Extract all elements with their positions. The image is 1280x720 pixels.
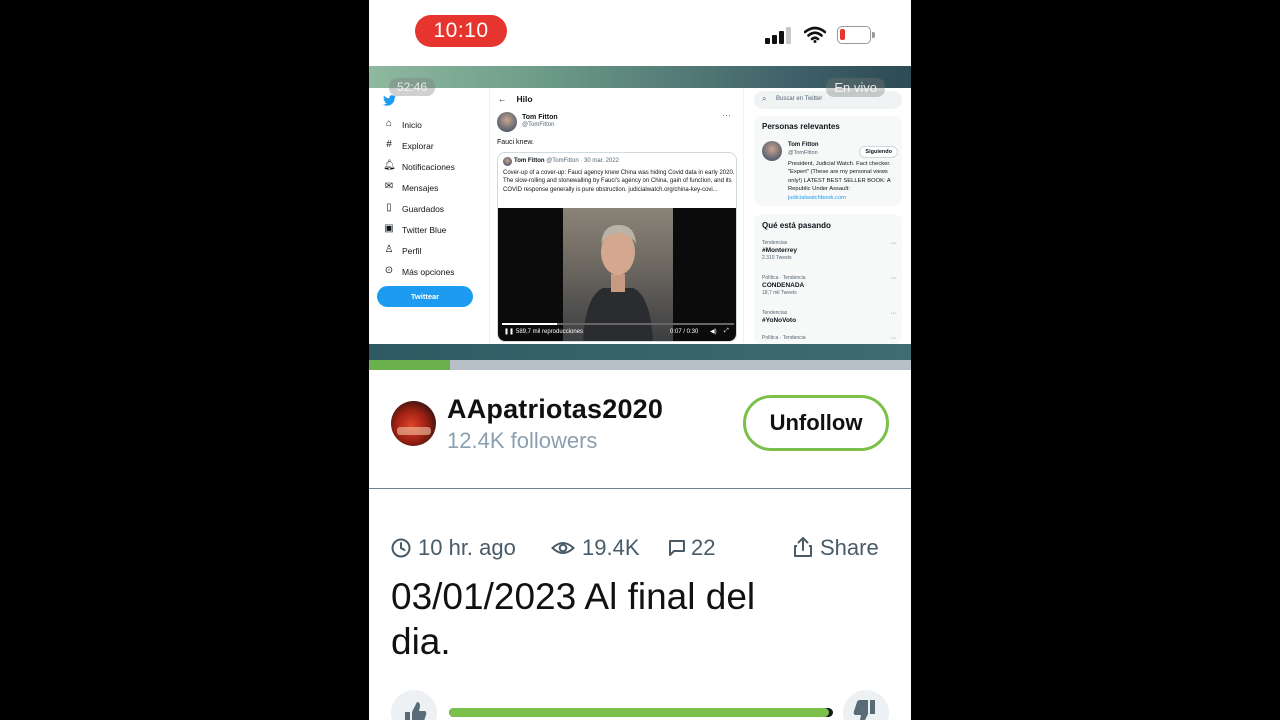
tw-video-controls: ❚❚ 589,7 mil reproducciones 0:07 / 0:30 … (502, 323, 734, 339)
tw-trend-item: Tendencias #YoNoVoto ··· (762, 310, 897, 324)
mail-icon: ✉ (384, 181, 394, 192)
thumbs-up-icon (405, 702, 427, 720)
tw-sidebar: ⌕ Buscar en Twitter Personas relevantes T… (754, 88, 904, 344)
hashtag-icon: # (386, 139, 392, 150)
tw-relevant-bio: President, Judicial Watch. Fact checker.… (788, 161, 891, 201)
video-title: 03/01/2023 Al final del dia. (391, 576, 756, 662)
volume-icon: ◀) (710, 329, 717, 335)
tw-quoted-tweet: Tom Fitton @TomFitton · 30 mar. 2022 Cov… (497, 152, 737, 342)
status-bar: 10:10 (369, 0, 911, 66)
tw-nav-profile: ♙ Perfil (384, 244, 422, 256)
tw-relevant-avatar (762, 141, 782, 161)
back-arrow-icon: ← (498, 94, 507, 104)
tw-nav-messages: ✉ Mensajes (384, 181, 439, 193)
video-progress-bar[interactable] (369, 360, 911, 370)
tw-author-handle: @TomFitton (522, 122, 555, 128)
tw-nav-explore: # Explorar (383, 139, 493, 153)
tw-nav-bookmarks: ▯ Guardados (383, 202, 493, 216)
video-player[interactable]: ⌂ Inicio # Explorar 🔔︎ Notificaciones ✉ Mens… (369, 66, 911, 370)
tw-following-button: Siguiendo (859, 146, 898, 158)
tw-tweet-button: Twittear (377, 286, 473, 307)
channel-avatar[interactable] (391, 401, 436, 446)
comment-icon (669, 540, 685, 556)
tw-quote-avatar (503, 157, 512, 166)
bookmark-icon: ▯ (386, 202, 392, 213)
phone-screen: 10:10 ⌂ Inicio # Explorar 🔔︎ Notificacio… (369, 0, 911, 720)
embedded-tweet-screenshot: ⌂ Inicio # Explorar 🔔︎ Notificaciones ✉ Mens… (369, 88, 911, 344)
search-icon: ⌕ (762, 94, 767, 103)
eye-icon (551, 542, 575, 554)
channel-followers: 12.4K followers (447, 428, 598, 453)
tw-nav-twitter-blue: ▣ Twitter Blue (384, 223, 447, 235)
home-icon: ⌂ (385, 118, 393, 129)
video-meta-row: 10 hr. ago 19.4K 22 Share (391, 533, 889, 563)
video-progress-fill (369, 360, 451, 370)
tw-trend-item: Política · Tendencia ··· (762, 335, 897, 342)
tw-thread-header: ← Hilo (498, 94, 533, 104)
more-icon: ⊙ (384, 265, 394, 276)
wifi-icon (804, 26, 826, 43)
tw-quote-video: ❚❚ 589,7 mil reproducciones 0:07 / 0:30 … (498, 208, 736, 341)
twitter-logo-icon (383, 95, 396, 106)
share-icon (794, 537, 812, 557)
live-badge: En vivo (826, 78, 885, 97)
view-count: 19.4K (551, 533, 651, 563)
cellular-signal-icon (765, 26, 791, 44)
rating-bar (449, 708, 833, 717)
like-button[interactable] (391, 690, 437, 720)
unfollow-button[interactable]: Unfollow (743, 395, 889, 451)
tw-nav-home: ⌂ Inicio (383, 118, 493, 132)
channel-row: AApatriotas2020 12.4K followers Unfollow (369, 370, 911, 489)
video-bottom-band (369, 344, 911, 360)
share-button[interactable]: Share (793, 533, 889, 563)
tw-author-name: Tom Fitton (522, 114, 558, 121)
tw-thread: ← Hilo Tom Fitton @TomFitton ··· Fauci kn… (489, 88, 744, 344)
tw-trend-item: Tendencias #Monterrey 2.310 Tweets ··· (762, 240, 897, 261)
tw-nav-more: ⊙ Más opciones (384, 265, 455, 277)
dislike-button[interactable] (843, 690, 889, 720)
thumbs-down-icon (853, 700, 875, 720)
more-dots-icon: ··· (722, 110, 731, 120)
pause-icon: ❚❚ (504, 329, 515, 335)
bell-icon: 🔔︎ (383, 160, 396, 171)
tw-quote-header: Tom Fitton @TomFitton · 30 mar. 2022 (514, 158, 620, 164)
fullscreen-icon: ⤢ (724, 328, 729, 334)
clock-icon (391, 538, 411, 558)
comment-count[interactable]: 22 (667, 533, 737, 563)
tw-tweet-text: Fauci knew. (497, 139, 534, 146)
twitter-blue-icon: ▣ (384, 223, 394, 234)
channel-name[interactable]: AApatriotas2020 (447, 394, 663, 425)
tw-quote-body: Cover-up of a cover-up: Fauci agency kne… (503, 170, 735, 193)
tw-nav-notifications: 🔔︎ Notificaciones (383, 160, 455, 172)
rating-bar-fill (449, 708, 830, 717)
battery-icon (837, 26, 875, 44)
upload-time: 10 hr. ago (391, 533, 531, 563)
video-elapsed-time: 52:46 (389, 78, 436, 96)
person-icon: ♙ (384, 244, 394, 255)
tw-author-avatar (497, 112, 517, 132)
tw-trend-item: Política · Tendencia CONDENADA 18,7 mil Tw… (762, 275, 897, 296)
status-time: 10:10 (415, 15, 507, 47)
